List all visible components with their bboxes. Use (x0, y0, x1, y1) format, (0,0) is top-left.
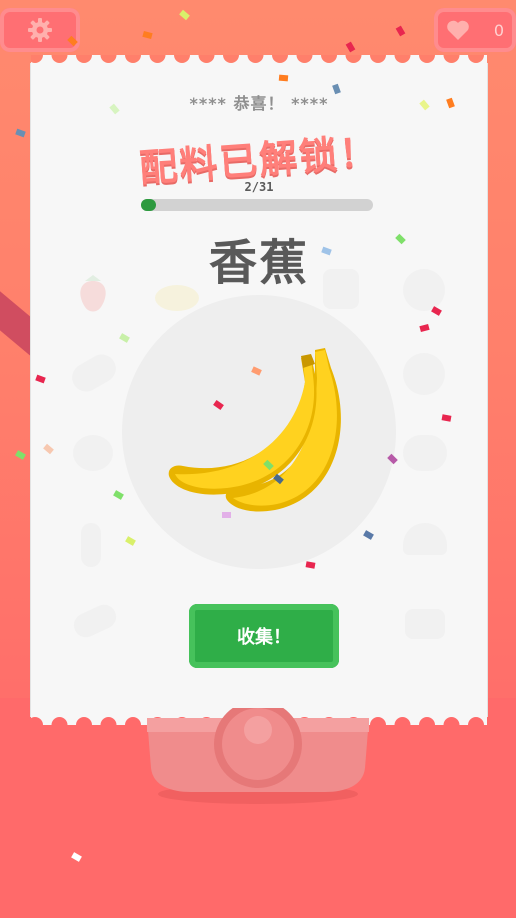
ingredient-silhouette (73, 435, 113, 471)
ingredient-silhouette (69, 600, 121, 642)
confetti-piece (15, 450, 26, 460)
card-top-edge (31, 55, 487, 71)
confetti-piece (278, 74, 289, 82)
heart-count: 0 (493, 20, 505, 40)
confetti-piece (305, 561, 316, 569)
confetti-piece (142, 30, 153, 40)
banana-icon (168, 348, 341, 512)
confetti-piece (395, 25, 406, 37)
progress-bar-fill (141, 199, 157, 211)
collect-button[interactable]: 收集！ (189, 604, 339, 668)
ingredient-silhouette (403, 523, 447, 555)
progress-bar (141, 199, 373, 211)
heart-icon (447, 20, 469, 40)
confetti-piece (15, 128, 26, 138)
congrats-text: **** 恭喜！ **** (189, 94, 329, 113)
ingredient-unlocked-card: **** 恭喜！ **** 配料已解锁！ 2/31 香蕉 收集！ (30, 55, 488, 725)
ingredient-silhouette (67, 349, 121, 397)
progress-count: 2/31 (244, 180, 274, 194)
lives-counter[interactable]: 0 (434, 8, 516, 52)
settings-button[interactable] (0, 8, 80, 52)
ingredient-silhouette (403, 435, 447, 471)
confetti-piece (179, 9, 190, 21)
confetti-piece (345, 41, 356, 53)
blender-base (147, 708, 369, 804)
ingredient-silhouette (405, 609, 445, 639)
ingredient-silhouette (403, 353, 445, 395)
gear-icon (28, 18, 52, 42)
confetti-piece (441, 414, 452, 422)
ingredient-name: 香蕉 (208, 235, 309, 291)
ingredient-silhouette (81, 523, 101, 567)
confetti-piece (222, 512, 231, 518)
